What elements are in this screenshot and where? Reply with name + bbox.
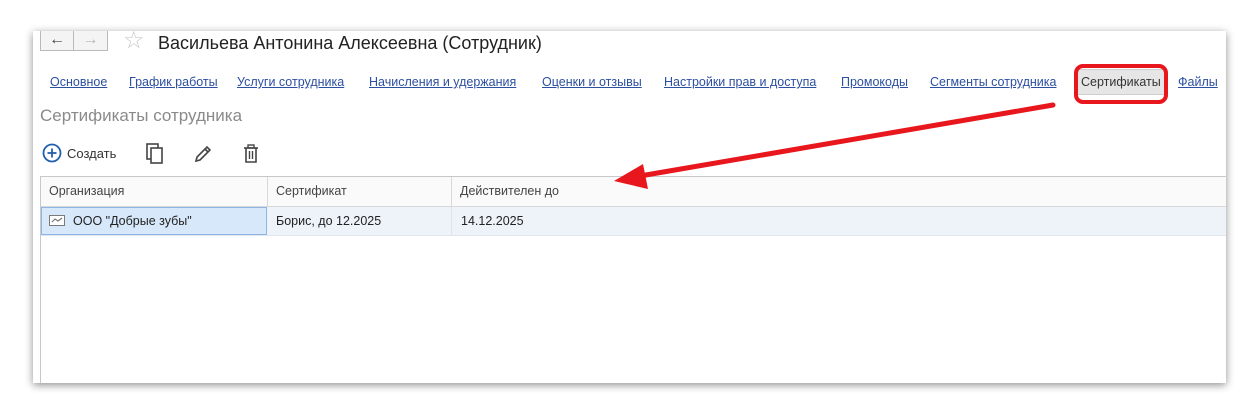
annotation-arrow — [614, 102, 1056, 189]
